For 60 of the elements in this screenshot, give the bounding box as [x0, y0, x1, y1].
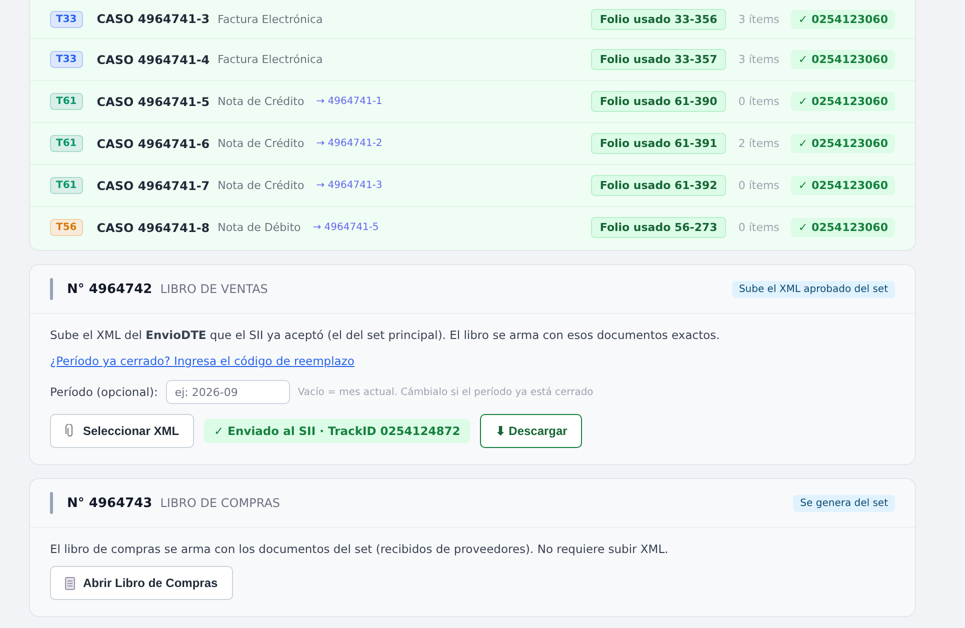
folio-badge: Folio usado 61-392 — [590, 175, 726, 196]
document-icon — [65, 576, 75, 590]
type-badge: T61 — [50, 93, 83, 110]
items-count: 0 ítems — [738, 179, 780, 192]
status-badge: ✓ Enviado al SII · TrackID 0254124872 — [204, 419, 470, 443]
document-type: Factura Electrónica — [218, 12, 323, 26]
book-title: LIBRO DE COMPRAS — [160, 496, 280, 510]
track-badge: ✓ 0254123060 — [791, 134, 895, 153]
case-title: CASO 4964741-4 — [96, 52, 210, 66]
case-title: CASO 4964741-6 — [96, 136, 210, 150]
track-badge: ✓ 0254123060 — [791, 218, 895, 237]
folio-badge: Folio usado 61-390 — [590, 91, 726, 112]
select-xml-button[interactable]: Seleccionar XML — [50, 414, 194, 448]
reference-link[interactable]: → 4964741-5 — [312, 222, 379, 233]
folio-badge: Folio usado 33-357 — [590, 49, 726, 70]
period-input[interactable]: ej: 2026-09 — [166, 380, 290, 404]
paperclip-icon — [65, 424, 75, 438]
accent-bar — [50, 278, 53, 300]
track-badge: ✓ 0254123060 — [791, 92, 895, 111]
folio-badge: Folio usado 56-273 — [590, 217, 726, 238]
type-badge: T61 — [50, 177, 83, 194]
type-badge: T61 — [50, 135, 83, 152]
replacement-code-link[interactable]: ¿Período ya cerrado? Ingresa el código de reemplazo — [50, 354, 354, 368]
items-count: 0 ítems — [738, 221, 780, 234]
download-button[interactable]: ⬇ Descargar — [480, 414, 582, 448]
items-count: 2 ítems — [738, 137, 780, 150]
items-count: 3 ítems — [738, 12, 780, 26]
type-badge: T33 — [50, 51, 83, 68]
book-number: N° 4964743 — [67, 496, 152, 510]
book-number: N° 4964742 — [67, 282, 152, 296]
folio-badge: Folio usado 33-356 — [590, 8, 726, 30]
open-purchase-book-button[interactable]: Abrir Libro de Compras — [50, 566, 233, 600]
document-type: Factura Electrónica — [218, 53, 323, 66]
case-title: CASO 4964741-3 — [96, 12, 210, 26]
info-tag: Se genera del set — [793, 494, 895, 512]
items-count: 3 ítems — [738, 53, 780, 66]
description-text: Sube el XML del EnvioDTE que el SII ya aceptó (el del set principal). El libro se arma con esos documentos exactos. — [50, 328, 720, 342]
document-type: Nota de Crédito — [218, 95, 304, 108]
document-type: Nota de Débito — [218, 221, 301, 234]
reference-link[interactable]: → 4964741-1 — [316, 96, 382, 107]
folio-badge: Folio usado 61-391 — [590, 133, 726, 154]
type-badge: T56 — [50, 219, 83, 236]
info-tag: Sube el XML aprobado del set — [732, 280, 895, 298]
reference-link[interactable]: → 4964741-3 — [316, 180, 382, 191]
case-title: CASO 4964741-7 — [96, 178, 210, 192]
items-count: 0 ítems — [738, 95, 780, 108]
case-title: CASO 4964741-8 — [96, 220, 210, 234]
document-type: Nota de Crédito — [218, 137, 304, 150]
type-badge: T33 — [50, 10, 83, 28]
accent-bar — [50, 492, 53, 514]
description-text: El libro de compras se arma con los documentos del set (recibidos de proveedores). No requiere subir XML. — [50, 542, 668, 556]
book-title: LIBRO DE VENTAS — [160, 282, 268, 296]
track-badge: ✓ 0254123060 — [791, 10, 895, 28]
document-type: Nota de Crédito — [218, 179, 304, 192]
track-badge: ✓ 0254123060 — [791, 50, 895, 69]
track-badge: ✓ 0254123060 — [791, 176, 895, 195]
reference-link[interactable]: → 4964741-2 — [316, 138, 382, 149]
case-title: CASO 4964741-5 — [96, 94, 210, 108]
period-hint: Vacío = mes actual. Cámbialo si el período ya está cerrado — [298, 386, 594, 398]
period-label: Período (opcional): — [50, 385, 158, 399]
